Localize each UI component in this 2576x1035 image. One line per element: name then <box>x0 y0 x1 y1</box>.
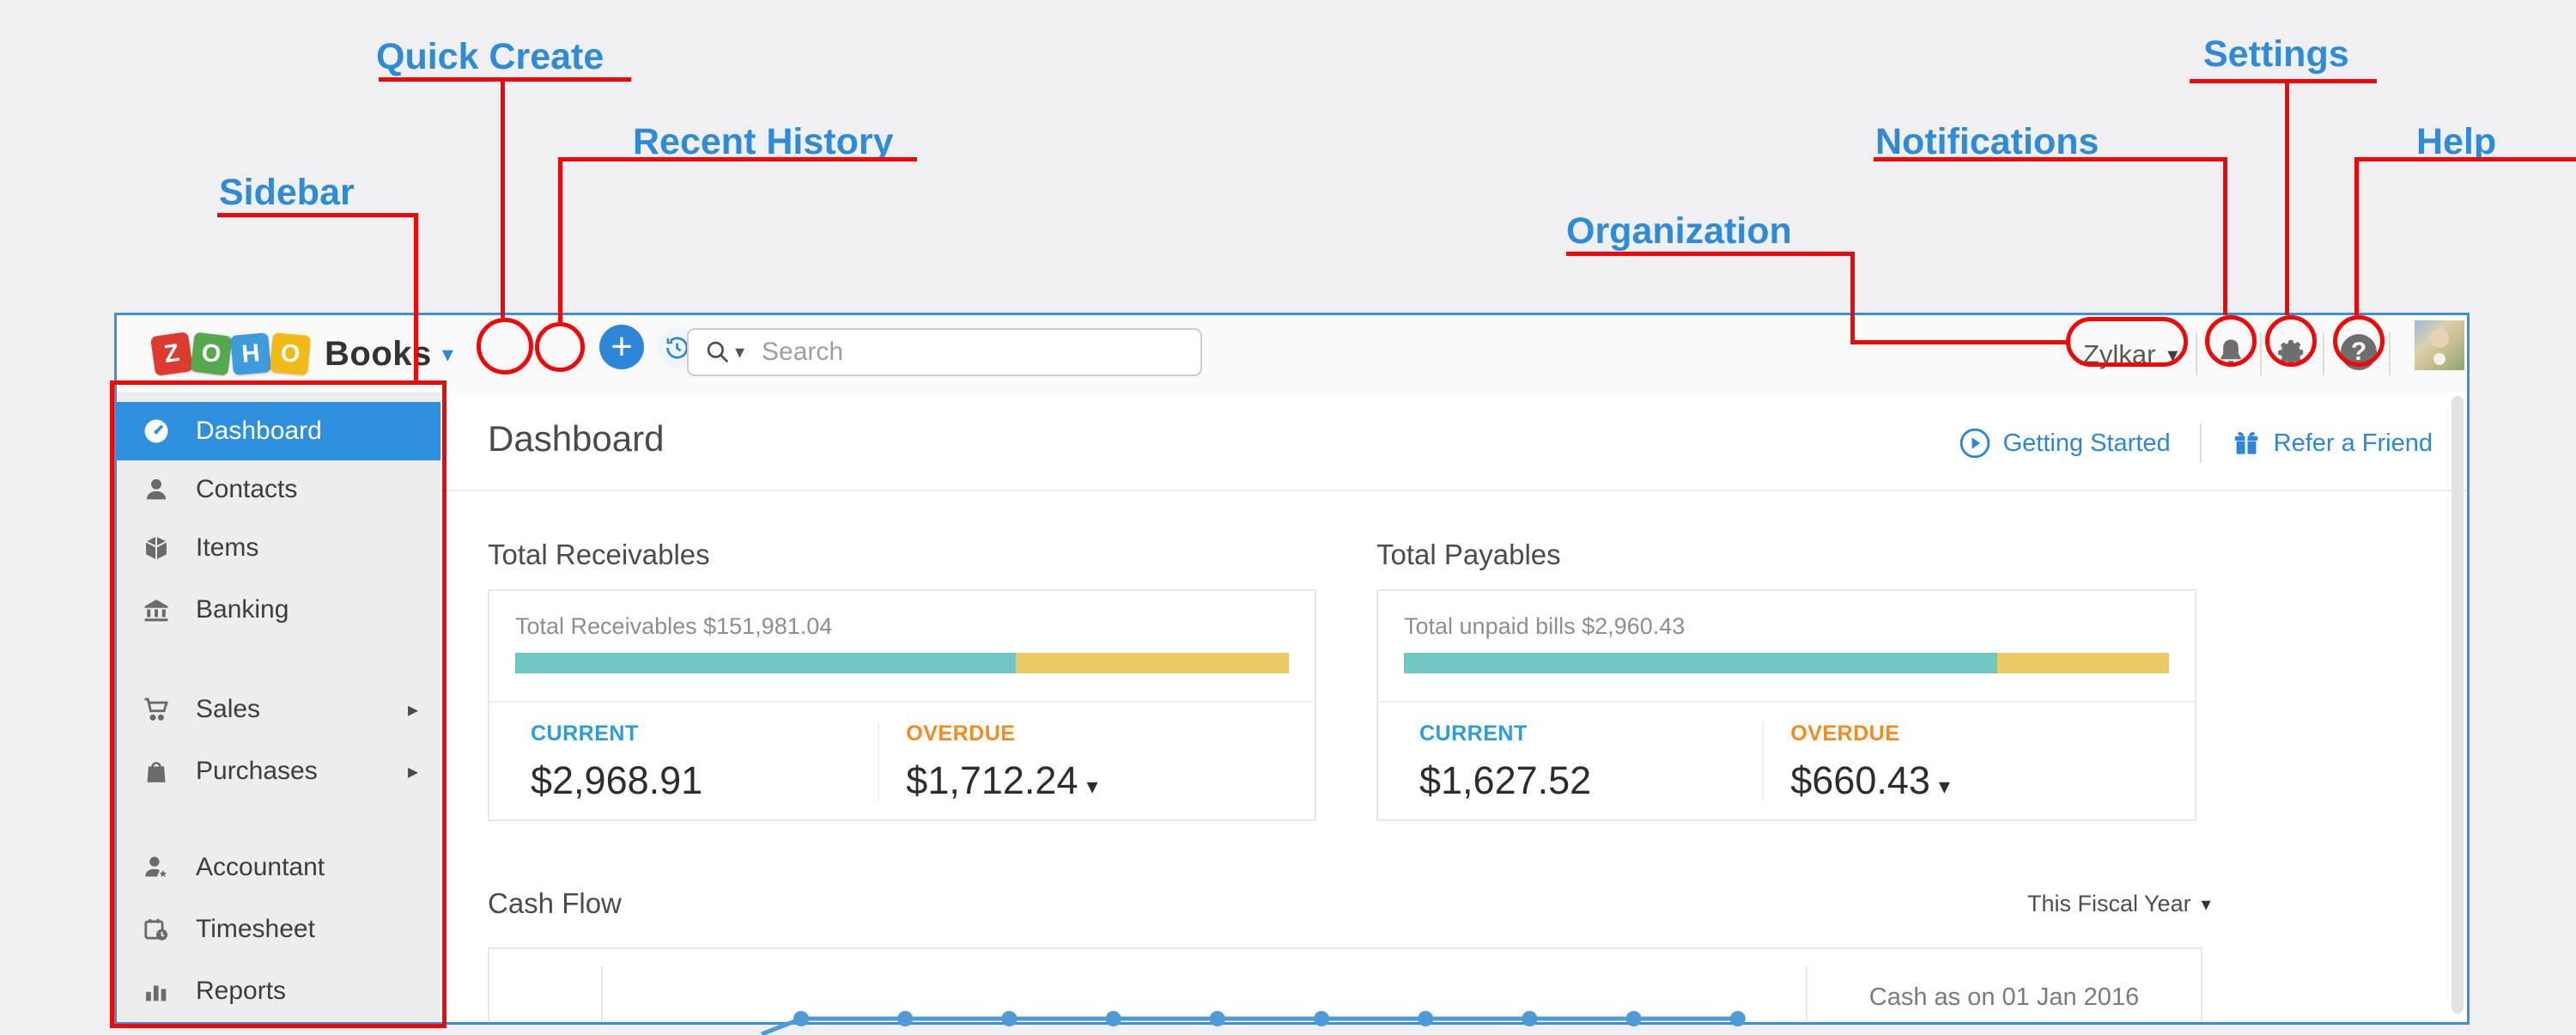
logo-letter-o1: O <box>190 332 232 375</box>
chart-data-point[interactable] <box>1418 1011 1433 1026</box>
chart-data-point[interactable] <box>1626 1011 1642 1026</box>
chart-data-point[interactable] <box>897 1011 913 1026</box>
user-avatar[interactable] <box>2415 320 2464 370</box>
navbar-separator <box>2260 332 2262 375</box>
navbar-separator <box>2323 332 2324 375</box>
gift-icon <box>2231 428 2262 459</box>
current-label: CURRENT <box>1419 721 1591 746</box>
annotation-line <box>558 157 562 322</box>
zoho-books-logo[interactable]: Z O H O Books ▾ <box>153 332 453 375</box>
annotation-line <box>1850 252 1855 344</box>
annotation-ring-help <box>2333 315 2385 367</box>
chart-data-point[interactable] <box>1730 1011 1746 1026</box>
annotation-line <box>414 213 418 382</box>
plus-icon: + <box>611 328 633 366</box>
current-label: CURRENT <box>531 721 702 746</box>
annotation-ring-quick-create <box>477 318 533 374</box>
chevron-down-icon: ▾ <box>2202 893 2211 916</box>
annotation-line <box>1850 340 2069 344</box>
annotation-settings-label: Settings <box>2203 33 2349 76</box>
actions-divider <box>2200 423 2202 463</box>
annotation-line <box>379 77 631 82</box>
global-search[interactable]: ▾ Search <box>687 328 1202 376</box>
chart-data-point[interactable] <box>1522 1011 1537 1026</box>
receivables-current: CURRENT $2,968.91 <box>531 721 702 803</box>
annotation-line <box>2354 157 2359 315</box>
card-divider <box>1378 701 2195 703</box>
cashflow-card: Cash as on 01 Jan 2016 <box>488 947 2202 1022</box>
page-title: Dashboard <box>488 418 664 460</box>
annotation-sidebar-label: Sidebar <box>219 172 355 214</box>
cashflow-heading: Cash Flow <box>488 887 622 920</box>
navbar-separator <box>2389 332 2391 375</box>
current-value: $2,968.91 <box>531 758 702 803</box>
annotation-line <box>2223 157 2227 315</box>
logo-letter-z: Z <box>150 332 193 376</box>
refer-friend-link[interactable]: Refer a Friend <box>2274 429 2433 458</box>
payables-heading: Total Payables <box>1376 539 1561 571</box>
chart-data-point[interactable] <box>793 1011 809 1026</box>
logo-caret-icon[interactable]: ▾ <box>442 341 453 368</box>
receivables-current-segment <box>515 653 1016 673</box>
overdue-value[interactable]: $1,712.24▾ <box>906 758 1097 803</box>
app-window: Z O H O Books ▾ + <box>114 313 2470 1025</box>
annotation-ring-settings <box>2265 315 2317 367</box>
receivables-overdue: OVERDUE $1,712.24▾ <box>906 721 1097 803</box>
payables-current-segment <box>1404 653 1997 673</box>
receivables-card: Total Receivables $151,981.04 CURRENT $2… <box>488 589 1316 821</box>
current-value: $1,627.52 <box>1419 758 1591 803</box>
payables-progress-bar <box>1404 653 2169 673</box>
annotation-ring-recent-history <box>535 322 585 372</box>
card-vertical-divider <box>1762 721 1764 801</box>
annotation-line <box>2354 157 2576 161</box>
logo-letter-o2: O <box>270 332 311 375</box>
main-content: Dashboard Getting Started Refer a Friend… <box>440 393 2467 1022</box>
navbar-separator <box>2196 332 2197 375</box>
receivables-progress-bar <box>515 653 1289 673</box>
overdue-value[interactable]: $660.43▾ <box>1790 758 1950 803</box>
annotation-line <box>2285 79 2289 315</box>
chart-data-point[interactable] <box>1210 1011 1225 1026</box>
receivables-heading: Total Receivables <box>488 539 710 571</box>
play-circle-icon <box>1959 427 1991 460</box>
annotation-line <box>558 157 917 161</box>
annotation-quick-create-label: Quick Create <box>376 36 604 78</box>
quick-create-button[interactable]: + <box>599 325 644 369</box>
card-vertical-divider <box>878 721 879 801</box>
chevron-down-icon[interactable]: ▾ <box>1939 773 1950 799</box>
period-filter-label: This Fiscal Year <box>2027 891 2191 917</box>
annotation-line <box>217 213 418 217</box>
header-actions: Getting Started Refer a Friend <box>1959 423 2433 463</box>
annotation-line <box>1874 157 2227 161</box>
annotation-sidebar-box <box>110 381 447 1028</box>
payables-current: CURRENT $1,627.52 <box>1419 721 1591 803</box>
receivables-summary: Total Receivables $151,981.04 <box>515 613 832 640</box>
annotation-line <box>501 77 505 318</box>
search-scope-caret-icon[interactable]: ▾ <box>735 341 744 363</box>
overdue-label: OVERDUE <box>906 721 1097 746</box>
annotation-oval-organization <box>2066 317 2188 367</box>
card-divider <box>489 701 1315 703</box>
chart-data-point[interactable] <box>1314 1011 1329 1026</box>
annotation-organization-label: Organization <box>1566 210 1792 253</box>
annotation-line <box>1566 252 1855 256</box>
search-icon <box>704 338 732 366</box>
chevron-down-icon[interactable]: ▾ <box>1087 773 1098 799</box>
scrollbar[interactable] <box>2451 396 2464 1014</box>
overdue-label: OVERDUE <box>1790 721 1950 746</box>
chart-data-point[interactable] <box>1106 1011 1121 1026</box>
annotation-ring-notifications <box>2205 315 2257 367</box>
getting-started-link[interactable]: Getting Started <box>2003 429 2171 458</box>
chart-data-point[interactable] <box>1001 1011 1017 1026</box>
logo-letter-h: H <box>230 332 271 375</box>
payables-card: Total unpaid bills $2,960.43 CURRENT $1,… <box>1376 589 2196 821</box>
page-header: Dashboard Getting Started Refer a Friend <box>440 393 2467 491</box>
search-input[interactable]: Search <box>762 338 843 367</box>
cashflow-period-filter[interactable]: This Fiscal Year ▾ <box>2027 891 2211 917</box>
cash-as-on-note: Cash as on 01 Jan 2016 <box>1807 983 2201 1012</box>
cashflow-line-chart <box>489 949 1803 1035</box>
annotation-line <box>2190 79 2377 83</box>
payables-overdue: OVERDUE $660.43▾ <box>1790 721 1950 803</box>
payables-summary: Total unpaid bills $2,960.43 <box>1404 613 1685 640</box>
